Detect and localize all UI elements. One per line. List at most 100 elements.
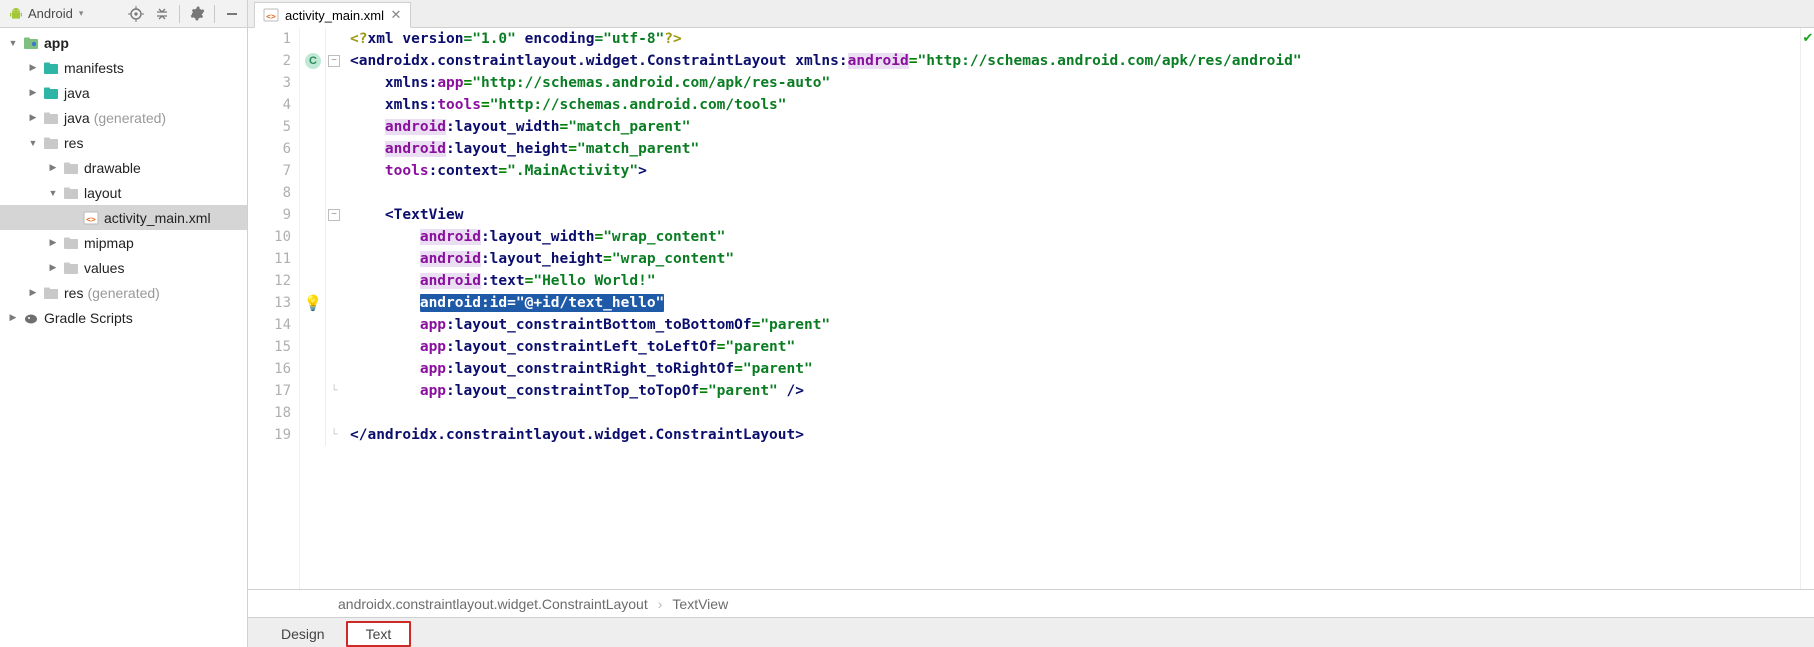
error-stripe[interactable]: ✔ xyxy=(1800,28,1814,589)
file-tab-label: activity_main.xml xyxy=(285,8,384,23)
folder-teal-icon xyxy=(42,84,60,102)
fold-collapse-icon[interactable]: − xyxy=(328,55,340,67)
code-line[interactable]: android:text="Hello World!" xyxy=(344,270,1800,292)
tree-item-drawable[interactable]: ▶ drawable xyxy=(0,155,247,180)
breadcrumb-item-0[interactable]: androidx.constraintlayout.widget.Constra… xyxy=(338,596,648,612)
tree-item-java[interactable]: ▶java(generated) xyxy=(0,105,247,130)
chevron-down-icon[interactable]: ▼ xyxy=(6,36,20,50)
tree-item-java[interactable]: ▶ java xyxy=(0,80,247,105)
code-line[interactable]: </androidx.constraintlayout.widget.Const… xyxy=(344,424,1800,446)
editor-area: <> activity_main.xml ✕ 12345678910111213… xyxy=(248,0,1814,647)
tree-item-label: res xyxy=(64,135,83,151)
editor-bottom-tabs: Design Text xyxy=(248,617,1814,647)
tree-item-label: layout xyxy=(84,185,121,201)
code-line[interactable]: <TextView xyxy=(344,204,1800,226)
tree-item-label: drawable xyxy=(84,160,141,176)
tree-item-label: manifests xyxy=(64,60,124,76)
gradle-icon xyxy=(22,309,40,327)
tree-item-suffix: (generated) xyxy=(94,110,166,126)
target-icon[interactable] xyxy=(125,3,147,25)
fold-end-icon[interactable]: └ xyxy=(328,429,340,441)
breadcrumb-item-1[interactable]: TextView xyxy=(672,596,728,612)
line-number-gutter: 12345678910111213141516171819 xyxy=(248,28,300,589)
code-line[interactable]: <androidx.constraintlayout.widget.Constr… xyxy=(344,50,1800,72)
tree-item-label: res xyxy=(64,285,83,301)
tree-item-layout[interactable]: ▼ layout xyxy=(0,180,247,205)
folder-gray-icon xyxy=(42,134,60,152)
tree-item-label: java xyxy=(64,85,90,101)
tree-item-suffix: (generated) xyxy=(87,285,159,301)
code-line[interactable]: app:layout_constraintTop_toTopOf="parent… xyxy=(344,380,1800,402)
tree-item-label: app xyxy=(44,35,69,51)
folder-gray-icon xyxy=(42,109,60,127)
sidebar-title[interactable]: Android ▾ xyxy=(4,6,87,22)
svg-text:<>: <> xyxy=(266,12,276,21)
close-icon[interactable]: ✕ xyxy=(390,9,402,21)
code-line[interactable]: app:layout_constraintRight_toRightOf="pa… xyxy=(344,358,1800,380)
sidebar-title-text: Android xyxy=(28,6,73,21)
annotation-gutter: C💡 xyxy=(300,28,326,446)
tree-item-res[interactable]: ▼ res xyxy=(0,130,247,155)
folder-gray-icon xyxy=(62,159,80,177)
tree-item-gradle-scripts[interactable]: ▶Gradle Scripts xyxy=(0,305,247,330)
editor-tabstrip: <> activity_main.xml ✕ xyxy=(248,0,1814,28)
code-line[interactable] xyxy=(344,402,1800,424)
collapse-icon[interactable] xyxy=(151,3,173,25)
code-line[interactable]: android:layout_height="wrap_content" xyxy=(344,248,1800,270)
module-icon xyxy=(22,34,40,52)
chevron-right-icon[interactable]: ▶ xyxy=(26,61,40,75)
fold-collapse-icon[interactable]: − xyxy=(328,209,340,221)
minimize-icon[interactable] xyxy=(221,3,243,25)
chevron-right-icon[interactable]: ▶ xyxy=(46,261,60,275)
code-editor[interactable]: 12345678910111213141516171819 C💡 −−└└ <?… xyxy=(248,28,1814,589)
chevron-right-icon[interactable]: ▶ xyxy=(26,111,40,125)
tree-item-activity-main-xml[interactable]: <>activity_main.xml xyxy=(0,205,247,230)
chevron-down-icon[interactable]: ▼ xyxy=(26,136,40,150)
folder-gray-icon xyxy=(62,234,80,252)
chevron-right-icon[interactable]: ▶ xyxy=(46,161,60,175)
tree-item-mipmap[interactable]: ▶mipmap xyxy=(0,230,247,255)
xml-icon: <> xyxy=(82,209,100,227)
svg-text:<>: <> xyxy=(86,215,96,224)
class-annotation-icon[interactable]: C xyxy=(304,52,322,70)
chevron-down-icon[interactable]: ▼ xyxy=(46,186,60,200)
folder-gray-icon xyxy=(62,184,80,202)
code-content[interactable]: <?xml version="1.0" encoding="utf-8"?><a… xyxy=(344,28,1800,589)
no-errors-icon: ✔ xyxy=(1801,30,1814,44)
tab-text[interactable]: Text xyxy=(346,621,412,647)
code-line[interactable]: app:layout_constraintBottom_toBottomOf="… xyxy=(344,314,1800,336)
code-line[interactable]: android:layout_height="match_parent" xyxy=(344,138,1800,160)
tree-item-values[interactable]: ▶values xyxy=(0,255,247,280)
tab-design[interactable]: Design xyxy=(262,621,344,647)
folder-gray-icon xyxy=(62,259,80,277)
folder-teal-icon xyxy=(42,59,60,77)
gear-icon[interactable] xyxy=(186,3,208,25)
sidebar-toolbar: Android ▾ xyxy=(0,0,247,28)
fold-end-icon[interactable]: └ xyxy=(328,385,340,397)
dropdown-arrow-icon: ▾ xyxy=(79,8,84,19)
project-tree[interactable]: ▼app▶manifests▶java▶java(generated)▼res▶… xyxy=(0,28,247,647)
code-line[interactable]: xmlns:app="http://schemas.android.com/ap… xyxy=(344,72,1800,94)
folder-gray-icon xyxy=(42,284,60,302)
intention-bulb-icon[interactable]: 💡 xyxy=(304,294,322,312)
code-line[interactable]: android:layout_width="match_parent" xyxy=(344,116,1800,138)
code-line[interactable] xyxy=(344,182,1800,204)
tree-item-manifests[interactable]: ▶ manifests xyxy=(0,55,247,80)
chevron-right-icon[interactable]: ▶ xyxy=(26,86,40,100)
chevron-right-icon[interactable]: ▶ xyxy=(46,236,60,250)
breadcrumb[interactable]: androidx.constraintlayout.widget.Constra… xyxy=(248,589,1814,617)
code-line[interactable]: tools:context=".MainActivity"> xyxy=(344,160,1800,182)
code-line[interactable]: android:layout_width="wrap_content" xyxy=(344,226,1800,248)
tree-item-res[interactable]: ▶ res(generated) xyxy=(0,280,247,305)
code-line[interactable]: xmlns:tools="http://schemas.android.com/… xyxy=(344,94,1800,116)
tree-item-app[interactable]: ▼ app xyxy=(0,30,247,55)
code-line[interactable]: <?xml version="1.0" encoding="utf-8"?> xyxy=(344,28,1800,50)
code-line[interactable]: app:layout_constraintLeft_toLeftOf="pare… xyxy=(344,336,1800,358)
chevron-right-icon[interactable]: ▶ xyxy=(6,311,20,325)
chevron-right-icon[interactable]: ▶ xyxy=(26,286,40,300)
code-line[interactable]: android:id="@+id/text_hello" xyxy=(344,292,1800,314)
file-tab-activity-main[interactable]: <> activity_main.xml ✕ xyxy=(254,2,411,28)
chevron-right-icon: › xyxy=(658,596,663,612)
fold-gutter[interactable]: − − └ └ xyxy=(326,28,344,446)
xml-file-icon: <> xyxy=(263,7,279,23)
